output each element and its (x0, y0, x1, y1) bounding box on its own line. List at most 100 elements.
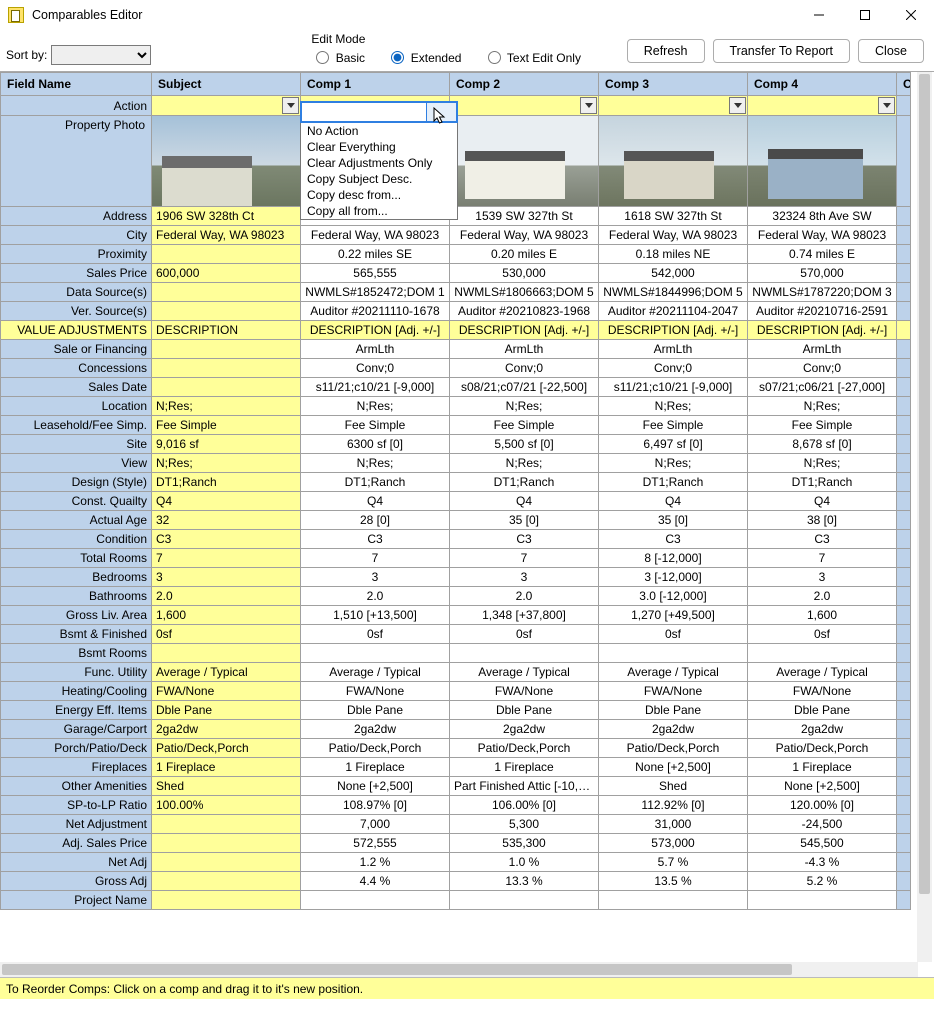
cell-comp2[interactable]: Fee Simple (450, 416, 599, 435)
cell-comp3[interactable]: 3 [-12,000] (599, 568, 748, 587)
cell-comp1[interactable]: 1,510 [+13,500] (301, 606, 450, 625)
cell-comp1[interactable]: s11/21;c10/21 [-9,000] (301, 378, 450, 397)
cell-comp2[interactable]: NWMLS#1806663;DOM 5 (450, 283, 599, 302)
cell-comp4[interactable]: 5.2 % (748, 872, 897, 891)
refresh-button[interactable]: Refresh (627, 39, 705, 63)
cell-comp1[interactable]: 28 [0] (301, 511, 450, 530)
cell-comp2[interactable]: 7 (450, 549, 599, 568)
chevron-down-icon[interactable] (580, 97, 597, 114)
cell-comp4[interactable]: C3 (748, 530, 897, 549)
cell-subject[interactable] (152, 891, 301, 910)
cell-comp1[interactable]: Auditor #20211110-1678 (301, 302, 450, 321)
cell-comp2[interactable]: C3 (450, 530, 599, 549)
cell-subject[interactable]: Q4 (152, 492, 301, 511)
photo-subject[interactable] (152, 116, 301, 207)
cell-comp2[interactable]: 1.0 % (450, 853, 599, 872)
action-option[interactable]: Clear Adjustments Only (301, 155, 457, 171)
cell-comp3[interactable]: NWMLS#1844996;DOM 5 (599, 283, 748, 302)
header-subject[interactable]: Subject (152, 73, 301, 96)
action-dropdown-open[interactable]: No ActionClear EverythingClear Adjustmen… (300, 101, 458, 220)
cell-subject[interactable] (152, 834, 301, 853)
photo-comp2[interactable] (450, 116, 599, 207)
cell-subject[interactable]: 32 (152, 511, 301, 530)
cell-comp3[interactable]: FWA/None (599, 682, 748, 701)
header-comp4[interactable]: Comp 4 (748, 73, 897, 96)
cell-subject[interactable]: Fee Simple (152, 416, 301, 435)
cell-comp4[interactable]: DESCRIPTION [Adj. +/-] (748, 321, 897, 340)
cell-comp3[interactable]: Conv;0 (599, 359, 748, 378)
cell-comp4[interactable]: 0.74 miles E (748, 245, 897, 264)
cell-subject[interactable] (152, 302, 301, 321)
cell-subject[interactable]: 1 Fireplace (152, 758, 301, 777)
close-button[interactable]: Close (858, 39, 924, 63)
header-comp1[interactable]: Comp 1 (301, 73, 450, 96)
cell-comp1[interactable] (301, 644, 450, 663)
cell-comp3[interactable]: Auditor #20211104-2047 (599, 302, 748, 321)
cell-comp3[interactable]: C3 (599, 530, 748, 549)
photo-comp4[interactable] (748, 116, 897, 207)
cell-subject[interactable]: 7 (152, 549, 301, 568)
cell-subject[interactable]: 0sf (152, 625, 301, 644)
cell-comp1[interactable]: Conv;0 (301, 359, 450, 378)
cell-comp1[interactable]: 572,555 (301, 834, 450, 853)
cell-subject[interactable]: 1906 SW 328th Ct (152, 207, 301, 226)
cell-subject[interactable]: Average / Typical (152, 663, 301, 682)
cell-comp4[interactable]: 545,500 (748, 834, 897, 853)
cell-comp1[interactable]: 4.4 % (301, 872, 450, 891)
chevron-down-icon[interactable] (878, 97, 895, 114)
action-comp2[interactable] (450, 96, 599, 116)
transfer-button[interactable]: Transfer To Report (713, 39, 851, 63)
cell-comp4[interactable]: Fee Simple (748, 416, 897, 435)
cell-comp4[interactable]: 2ga2dw (748, 720, 897, 739)
cell-comp2[interactable]: Patio/Deck,Porch (450, 739, 599, 758)
cell-comp2[interactable]: 1,348 [+37,800] (450, 606, 599, 625)
cell-comp1[interactable]: Federal Way, WA 98023 (301, 226, 450, 245)
cell-subject[interactable]: 2.0 (152, 587, 301, 606)
cell-subject[interactable] (152, 644, 301, 663)
cell-comp3[interactable] (599, 644, 748, 663)
radio-basic-label[interactable]: Basic (311, 51, 365, 65)
cell-comp3[interactable]: DESCRIPTION [Adj. +/-] (599, 321, 748, 340)
cell-comp2[interactable]: 2.0 (450, 587, 599, 606)
cell-comp2[interactable]: 106.00% [0] (450, 796, 599, 815)
cell-comp2[interactable]: 535,300 (450, 834, 599, 853)
cell-comp1[interactable]: Q4 (301, 492, 450, 511)
cell-comp4[interactable]: Federal Way, WA 98023 (748, 226, 897, 245)
cell-comp1[interactable]: 0sf (301, 625, 450, 644)
cell-comp3[interactable]: 5.7 % (599, 853, 748, 872)
cell-comp3[interactable]: DT1;Ranch (599, 473, 748, 492)
cell-comp2[interactable]: 35 [0] (450, 511, 599, 530)
cell-comp1[interactable]: N;Res; (301, 454, 450, 473)
cell-comp1[interactable]: 108.97% [0] (301, 796, 450, 815)
cell-comp1[interactable]: 7,000 (301, 815, 450, 834)
cell-comp4[interactable]: 7 (748, 549, 897, 568)
cell-comp1[interactable]: FWA/None (301, 682, 450, 701)
cell-comp3[interactable]: Patio/Deck,Porch (599, 739, 748, 758)
cell-comp2[interactable]: DT1;Ranch (450, 473, 599, 492)
cell-comp3[interactable]: Shed (599, 777, 748, 796)
cell-comp2[interactable]: 0sf (450, 625, 599, 644)
cell-comp1[interactable]: N;Res; (301, 397, 450, 416)
action-option[interactable]: Copy Subject Desc. (301, 171, 457, 187)
cell-subject[interactable]: 3 (152, 568, 301, 587)
cell-comp2[interactable]: Auditor #20210823-1968 (450, 302, 599, 321)
horizontal-scroll-thumb[interactable] (2, 964, 792, 975)
cell-subject[interactable]: 1,600 (152, 606, 301, 625)
cell-comp4[interactable]: FWA/None (748, 682, 897, 701)
cell-comp3[interactable]: ArmLth (599, 340, 748, 359)
cell-comp1[interactable]: C3 (301, 530, 450, 549)
cell-comp3[interactable]: Federal Way, WA 98023 (599, 226, 748, 245)
sort-by-select[interactable] (51, 45, 151, 65)
cell-subject[interactable]: 2ga2dw (152, 720, 301, 739)
cell-subject[interactable]: 100.00% (152, 796, 301, 815)
cell-comp3[interactable]: 1,270 [+49,500] (599, 606, 748, 625)
cell-comp4[interactable]: 1 Fireplace (748, 758, 897, 777)
cell-comp1[interactable]: 1 Fireplace (301, 758, 450, 777)
cell-comp1[interactable]: 3 (301, 568, 450, 587)
cell-comp3[interactable]: 0sf (599, 625, 748, 644)
action-option[interactable]: Copy desc from... (301, 187, 457, 203)
cell-comp2[interactable]: Federal Way, WA 98023 (450, 226, 599, 245)
cell-comp3[interactable]: s11/21;c10/21 [-9,000] (599, 378, 748, 397)
cell-subject[interactable]: Patio/Deck,Porch (152, 739, 301, 758)
cell-comp1[interactable]: DESCRIPTION [Adj. +/-] (301, 321, 450, 340)
